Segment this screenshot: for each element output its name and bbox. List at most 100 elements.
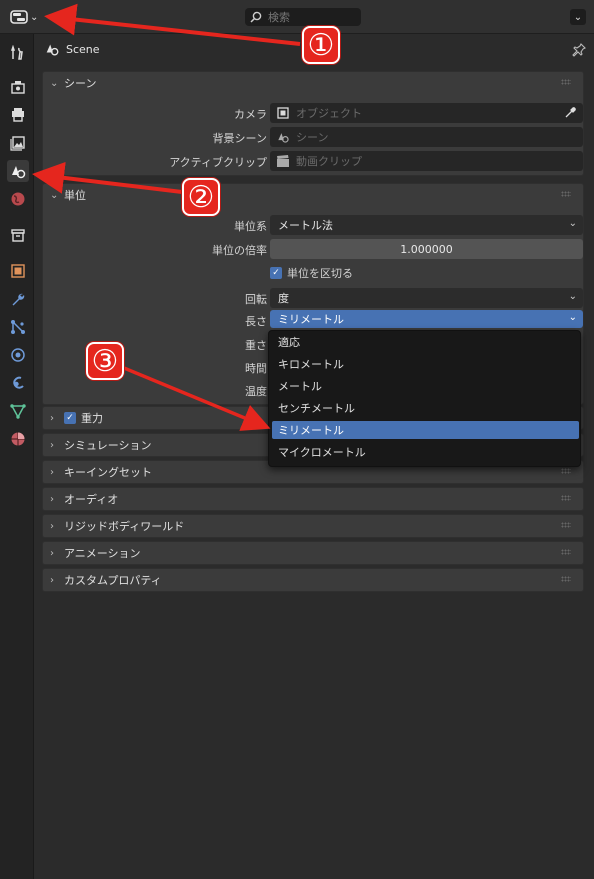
camera-field[interactable]: オブジェクト bbox=[270, 103, 583, 123]
length-label: 長さ bbox=[245, 315, 267, 328]
unit-scale-label: 単位の倍率 bbox=[212, 244, 267, 257]
collection-tab[interactable] bbox=[7, 224, 29, 246]
section-title: カスタムプロパティ bbox=[64, 574, 162, 587]
chevron-right-icon: › bbox=[50, 439, 54, 451]
physics-tab[interactable] bbox=[7, 344, 29, 366]
length-dropdown-menu: 適応 キロメートル メートル センチメートル ミリメートル マイクロメートル bbox=[268, 330, 581, 467]
active-clip-field[interactable]: 動画クリップ bbox=[270, 151, 583, 171]
modifier-tab[interactable] bbox=[7, 288, 29, 310]
rotation-label: 回転 bbox=[245, 293, 267, 306]
annotation-badge-2: ② bbox=[182, 178, 220, 216]
constraint-icon bbox=[13, 376, 24, 389]
drag-handle-icon[interactable] bbox=[561, 576, 571, 582]
camera-row: カメラ オブジェクト bbox=[43, 103, 583, 123]
output-tab[interactable] bbox=[7, 104, 29, 126]
editor-type-button[interactable]: ⌄ bbox=[10, 8, 44, 26]
chevron-down-icon: ⌄ bbox=[30, 11, 39, 23]
chevron-right-icon: › bbox=[50, 466, 54, 478]
unit-system-dropdown[interactable]: メートル法 ⌄ bbox=[270, 215, 583, 235]
drag-handle-icon[interactable] bbox=[561, 191, 571, 197]
camera-label: カメラ bbox=[234, 108, 267, 121]
header-options-dropdown[interactable]: ⌄ bbox=[570, 9, 586, 25]
gravity-checkbox[interactable]: ✓ bbox=[64, 412, 76, 424]
temperature-label: 温度 bbox=[245, 385, 267, 398]
rotation-row: 回転 度 ⌄ bbox=[43, 288, 583, 308]
wrench-screwdriver-icon bbox=[10, 45, 23, 60]
world-tab[interactable] bbox=[7, 188, 29, 210]
scene-icon bbox=[12, 166, 26, 179]
constraints-tab[interactable] bbox=[7, 372, 29, 394]
drag-handle-icon[interactable] bbox=[561, 79, 571, 85]
menu-item-micrometers[interactable]: マイクロメートル bbox=[272, 443, 579, 461]
physics-icon bbox=[11, 348, 25, 362]
length-row: 長さ ミリメートル ⌄ bbox=[43, 310, 583, 330]
unit-scale-field[interactable]: 1.000000 bbox=[270, 239, 583, 259]
scene-section-header[interactable]: ⌄ シーン bbox=[43, 72, 583, 94]
tool-tab[interactable] bbox=[7, 42, 29, 64]
particles-tab[interactable] bbox=[7, 316, 29, 338]
chevron-down-icon: ⌄ bbox=[568, 218, 577, 229]
orange-square-icon bbox=[11, 264, 25, 278]
menu-item-meters[interactable]: メートル bbox=[272, 377, 579, 395]
section-title: アニメーション bbox=[64, 547, 141, 560]
chevron-right-icon: › bbox=[50, 412, 54, 424]
menu-item-adaptive[interactable]: 適応 bbox=[272, 333, 579, 351]
material-tab[interactable] bbox=[7, 428, 29, 450]
mass-label: 重さ bbox=[245, 339, 267, 352]
box-icon bbox=[11, 229, 25, 242]
separate-units-checkbox[interactable]: ✓ 単位を区切る bbox=[270, 265, 353, 281]
search-placeholder: 検索 bbox=[268, 11, 290, 24]
rotation-value: 度 bbox=[278, 292, 289, 305]
world-icon bbox=[11, 192, 25, 206]
scene-tab[interactable] bbox=[7, 160, 29, 182]
pin-icon[interactable] bbox=[572, 43, 586, 60]
menu-item-centimeters[interactable]: センチメートル bbox=[272, 399, 579, 417]
length-dropdown[interactable]: ミリメートル ⌄ bbox=[270, 310, 583, 328]
background-scene-placeholder: シーン bbox=[296, 131, 329, 144]
section-title: 単位 bbox=[64, 189, 86, 202]
rigid-body-world-section[interactable]: › リジッドボディワールド bbox=[42, 514, 584, 538]
mesh-data-icon bbox=[10, 404, 26, 419]
camera-placeholder: オブジェクト bbox=[296, 107, 362, 120]
drag-handle-icon[interactable] bbox=[561, 549, 571, 555]
unit-scale-value: 1.000000 bbox=[400, 242, 453, 256]
panel-title: Scene bbox=[44, 40, 100, 58]
view-layer-tab[interactable] bbox=[7, 132, 29, 154]
animation-section[interactable]: › アニメーション bbox=[42, 541, 584, 565]
drag-handle-icon[interactable] bbox=[561, 522, 571, 528]
scene-icon bbox=[278, 133, 289, 143]
checkmark-icon: ✓ bbox=[270, 267, 282, 279]
data-tab[interactable] bbox=[7, 400, 29, 422]
printer-icon bbox=[12, 108, 24, 122]
background-scene-label: 背景シーン bbox=[212, 132, 267, 145]
render-tab[interactable] bbox=[7, 76, 29, 98]
wrench-icon bbox=[12, 293, 25, 306]
time-label: 時間 bbox=[245, 362, 267, 375]
object-icon bbox=[277, 107, 289, 119]
scene-icon bbox=[46, 44, 59, 56]
length-value: ミリメートル bbox=[278, 313, 344, 326]
section-title: 重力 bbox=[81, 412, 103, 425]
active-clip-label: アクティブクリップ bbox=[169, 156, 267, 169]
rotation-dropdown[interactable]: 度 ⌄ bbox=[270, 288, 583, 308]
chevron-down-icon: ⌄ bbox=[568, 312, 577, 323]
active-clip-row: アクティブクリップ 動画クリップ bbox=[43, 151, 583, 171]
chevron-down-icon: ⌄ bbox=[573, 11, 583, 23]
background-scene-row: 背景シーン シーン bbox=[43, 127, 583, 147]
units-section-header[interactable]: ⌄ 単位 bbox=[43, 184, 583, 206]
chevron-down-icon: ⌄ bbox=[50, 189, 59, 201]
audio-section[interactable]: › オーディオ bbox=[42, 487, 584, 511]
menu-item-millimeters[interactable]: ミリメートル bbox=[272, 421, 579, 439]
drag-handle-icon[interactable] bbox=[561, 495, 571, 501]
object-tab[interactable] bbox=[7, 260, 29, 282]
section-title: リジッドボディワールド bbox=[64, 520, 185, 533]
eyedropper-icon[interactable] bbox=[564, 106, 577, 119]
menu-item-kilometers[interactable]: キロメートル bbox=[272, 355, 579, 373]
drag-handle-icon[interactable] bbox=[561, 468, 571, 474]
background-scene-field[interactable]: シーン bbox=[270, 127, 583, 147]
section-title: キーイングセット bbox=[64, 466, 152, 479]
panel-title-text: Scene bbox=[66, 42, 100, 56]
search-input[interactable]: 検索 bbox=[245, 8, 361, 26]
section-title: シーン bbox=[64, 77, 97, 90]
custom-properties-section[interactable]: › カスタムプロパティ bbox=[42, 568, 584, 592]
